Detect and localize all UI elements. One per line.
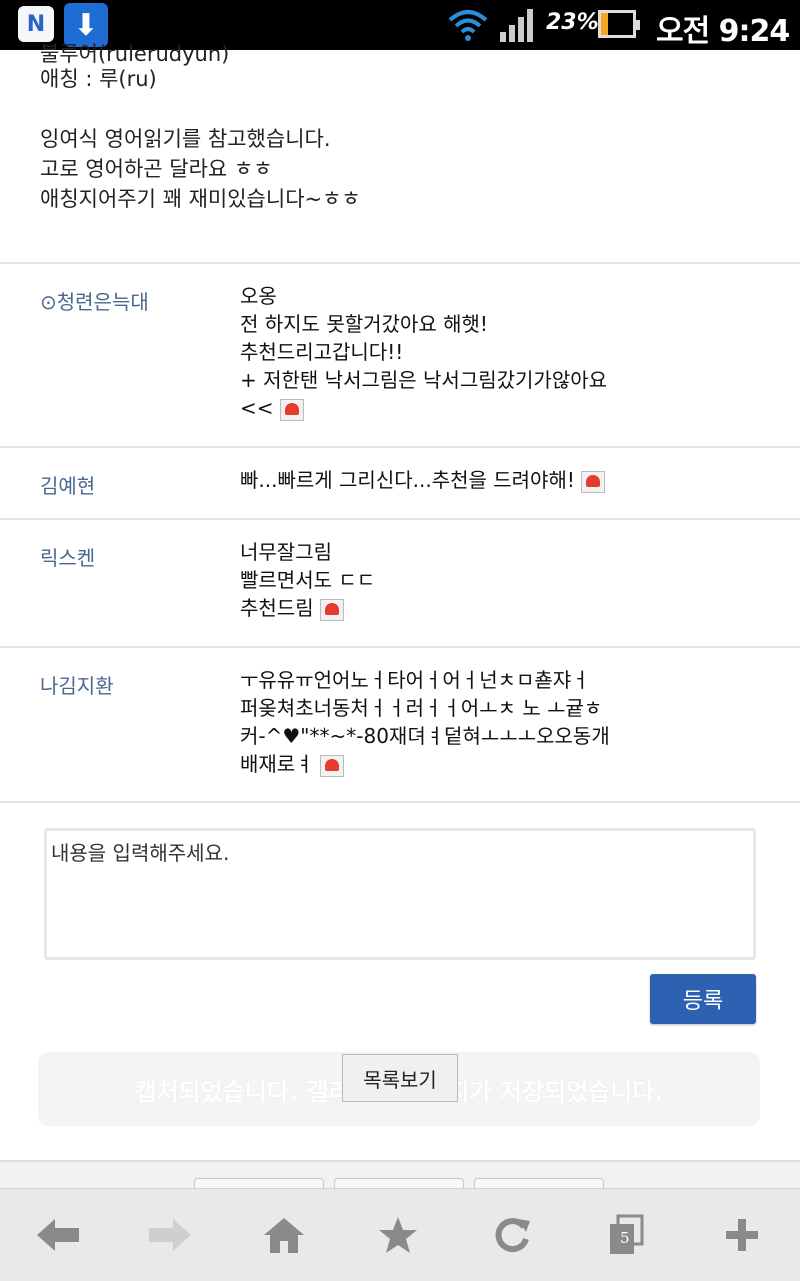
comment-line: 너무잘그림 <box>240 540 332 564</box>
post-line: 고로 영어하곤 달라요 ㅎㅎ <box>40 157 273 181</box>
comment-body: 너무잘그림 빨르면서도 ㄷㄷ 추천드림 <box>240 538 375 622</box>
wifi-icon <box>448 10 488 41</box>
comment-line: 커-^♥"**~*-80재뎌ㅕ덭혀ㅗㅗㅗ오오동개 <box>240 724 610 748</box>
comment-line: + 저한탠 낙서그림은 낙서그림갔기가않아요 <box>240 368 608 392</box>
bookmark-star-icon[interactable] <box>370 1207 426 1263</box>
tabs-icon[interactable]: 5 <box>598 1207 654 1263</box>
comment-line: ㅜ유유ㅠ언어노ㅓ타어ㅓ어ㅓ넌ㅊㅁ쵿쟈ㅓ <box>240 668 590 692</box>
back-icon[interactable] <box>30 1207 86 1263</box>
signal-icon <box>500 9 533 42</box>
comment-line: << <box>240 396 274 420</box>
tab-count: 5 <box>620 1229 630 1247</box>
report-alarm-icon[interactable] <box>319 598 344 621</box>
comment-line: 추천드림 <box>240 596 314 620</box>
report-alarm-icon[interactable] <box>319 754 344 777</box>
divider <box>0 262 800 264</box>
list-view-button[interactable]: 목록보기 <box>342 1054 458 1102</box>
comment-line: 빨르면서도 ㄷㄷ <box>240 568 376 592</box>
home-icon[interactable] <box>256 1207 312 1263</box>
new-tab-icon[interactable] <box>714 1207 770 1263</box>
comment-body: ㅜ유유ㅠ언어노ㅓ타어ㅓ어ㅓ넌ㅊㅁ쵿쟈ㅓ 퍼옺쳐초너동처ㅓㅓ러ㅓㅓ어ㅗㅊ 노 ㅗ귵… <box>240 666 610 778</box>
browser-toolbar: 5 <box>0 1188 800 1281</box>
comment-line: 오옹 <box>240 284 277 308</box>
post-line <box>40 94 361 124</box>
reply-input[interactable]: 내용을 입력해주세요. <box>44 828 756 960</box>
divider <box>0 518 800 520</box>
post-body: 애칭 : 루(ru) 잉여식 영어읽기를 참고했습니다. 고로 영어하곤 달라요… <box>40 64 361 214</box>
divider <box>0 446 800 448</box>
comment-line: 전 하지도 못할거갔아요 해햇! <box>240 312 488 336</box>
refresh-icon[interactable] <box>484 1207 540 1263</box>
post-line: 애칭 : 루(ru) <box>40 67 157 91</box>
forward-icon[interactable] <box>142 1207 198 1263</box>
battery-percent: 23% <box>546 10 599 35</box>
divider <box>0 801 800 803</box>
submit-button[interactable]: 등록 <box>650 974 756 1024</box>
naver-n-icon: N <box>18 6 54 42</box>
clock: 오전 9:24 <box>656 14 790 49</box>
comment-line: 추천드리고갑니다!! <box>240 340 404 364</box>
comment-author[interactable]: ⊙청련은늑대 <box>40 286 149 315</box>
comment-author[interactable]: 김예현 <box>40 470 95 499</box>
divider <box>0 646 800 648</box>
report-alarm-icon[interactable] <box>279 398 304 421</box>
comment-body: 오옹 전 하지도 못할거갔아요 해햇! 추천드리고갑니다!! + 저한탠 낙서그… <box>240 282 607 422</box>
post-line: 애칭지어주기 꽤 재미있습니다~ㅎㅎ <box>40 187 361 211</box>
comment-body: 빠...빠르게 그리신다...추천을 드려야해! <box>240 466 605 494</box>
comment-line: 퍼옺쳐초너동처ㅓㅓ러ㅓㅓ어ㅗㅊ 노 ㅗ귵ㅎ <box>240 696 603 720</box>
post-line: 잉여식 영어읽기를 참고했습니다. <box>40 127 331 151</box>
comment-author[interactable]: 릭스켄 <box>40 542 95 571</box>
comment-author[interactable]: 나김지환 <box>40 670 114 699</box>
report-alarm-icon[interactable] <box>580 470 605 493</box>
comment-line: 빠...빠르게 그리신다...추천을 드려야해! <box>240 468 575 492</box>
comment-line: 배재로ㅕ <box>240 752 314 776</box>
battery-icon <box>598 10 640 38</box>
